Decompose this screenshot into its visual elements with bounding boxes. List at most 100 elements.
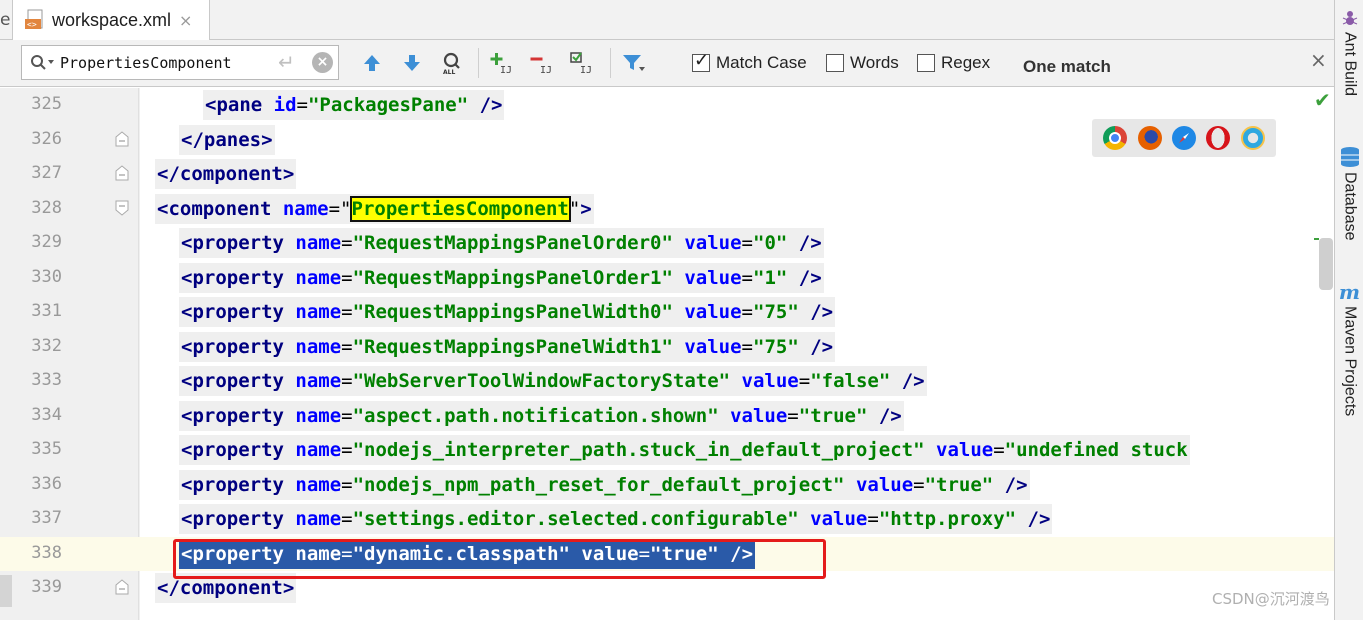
find-all-button[interactable]: ALL: [438, 49, 466, 77]
code-token: <property: [181, 508, 296, 530]
tab-close-icon[interactable]: ×: [179, 11, 192, 30]
words-label: Words: [850, 53, 899, 72]
filter-icon: [623, 55, 645, 71]
line-number: 334: [31, 404, 62, 425]
filter-search-results-button[interactable]: [620, 49, 648, 77]
ant-build-label: Ant Build: [1341, 32, 1359, 97]
code-token: =: [341, 439, 353, 461]
code-line[interactable]: 337 <property name="settings.editor.selec…: [0, 502, 1334, 537]
fold-end-icon[interactable]: [115, 130, 129, 147]
firefox-icon[interactable]: [1137, 126, 1162, 150]
next-occurrence-button[interactable]: [398, 49, 426, 77]
search-field[interactable]: ↵ ×: [21, 45, 339, 80]
code-token: "RequestMappingsPanelWidth0": [352, 301, 673, 323]
code-line[interactable]: 335 <property name="nodejs_interpreter_pa…: [0, 433, 1334, 468]
code-token: =: [741, 301, 753, 323]
line-number: 326: [31, 128, 62, 149]
chrome-icon[interactable]: [1103, 126, 1128, 150]
highlight-callout-box: [173, 539, 826, 579]
checkbox-box[interactable]: [826, 54, 844, 72]
safari-icon[interactable]: [1171, 126, 1196, 150]
database-tool[interactable]: Database: [1335, 146, 1363, 241]
code-token: ": [568, 197, 581, 220]
code-token: "aspect.path.notification.shown": [352, 404, 719, 427]
code-token: "RequestMappingsPanelWidth1": [352, 335, 673, 358]
code-token: =: [341, 508, 353, 530]
code-line[interactable]: 327 </component>: [0, 157, 1334, 192]
previous-occurrence-button[interactable]: [358, 49, 386, 77]
clear-search-icon[interactable]: ×: [312, 52, 333, 73]
line-number: 331: [31, 301, 62, 321]
database-icon: [1340, 147, 1359, 167]
check-mark-icon: ✓: [694, 50, 710, 70]
code-line[interactable]: 325 <pane id="PackagesPane" />: [0, 88, 1334, 123]
find-toolbar: ↵ × ALL IJ IJ IJ ✓ Match Case Words Rege…: [0, 40, 1334, 87]
code-token: "RequestMappingsPanelOrder0": [352, 232, 673, 254]
code-token: "RequestMappingsPanelOrder1": [352, 266, 673, 289]
no-problems-check-icon: ✔: [1314, 88, 1331, 112]
add-selection-button[interactable]: IJ: [488, 49, 516, 77]
code-line[interactable]: 332 <property name="RequestMappingsPanelW…: [0, 330, 1334, 365]
match-case-checkbox[interactable]: ✓ Match Case: [692, 50, 807, 73]
ant-icon: [1342, 11, 1357, 25]
tab-workspace-xml[interactable]: <> workspace.xml ×: [12, 0, 210, 40]
code-token: name: [282, 197, 329, 220]
checkbox-box[interactable]: ✓: [692, 50, 710, 72]
enter-icon[interactable]: ↵: [278, 50, 295, 74]
code-text: </panes>: [179, 124, 275, 155]
remove-occurrence-icon: IJ: [530, 57, 552, 75]
ant-build-tool[interactable]: Ant Build: [1335, 8, 1363, 96]
checkbox-box[interactable]: [917, 54, 935, 72]
search-history-icon[interactable]: [30, 54, 56, 76]
line-number: 333: [31, 370, 62, 390]
close-find-bar-icon[interactable]: ×: [1310, 48, 1327, 72]
regex-checkbox[interactable]: Regex: [917, 53, 990, 73]
line-number: 332: [31, 335, 62, 356]
code-token: <component: [157, 197, 283, 220]
code-line[interactable]: 334 <property name="aspect.path.notificat…: [0, 399, 1334, 434]
vertical-scrollbar[interactable]: [1319, 238, 1333, 290]
code-line[interactable]: 333 <property name="WebServerToolWindowFa…: [0, 364, 1334, 399]
code-token: name: [295, 232, 342, 254]
code-token: "settings.editor.selected.configurable": [352, 508, 799, 530]
words-checkbox[interactable]: Words: [826, 53, 899, 73]
arrow-down-icon: [404, 55, 420, 71]
code-line[interactable]: 336 <property name="nodejs_npm_path_reset…: [0, 468, 1334, 503]
fold-end-icon[interactable]: [115, 165, 129, 181]
code-token: value: [924, 439, 994, 461]
code-token: "1": [753, 266, 788, 289]
code-line[interactable]: 328 <component name="PropertiesComponent"…: [0, 192, 1334, 227]
code-token: />: [1016, 508, 1051, 530]
code-text: <property name="RequestMappingsPanelWidt…: [179, 331, 836, 362]
line-number: 337: [31, 508, 62, 528]
fold-start-icon[interactable]: [115, 200, 129, 216]
code-token: value: [798, 508, 868, 530]
fold-end-icon[interactable]: [115, 579, 129, 595]
code-token: />: [798, 335, 834, 358]
ie-icon[interactable]: [1240, 126, 1265, 150]
maven-projects-label: Maven Projects: [1341, 306, 1359, 417]
arrow-up-icon: [364, 55, 380, 71]
code-line[interactable]: 330 <property name="RequestMappingsPanelO…: [0, 261, 1334, 296]
tab-title: workspace.xml: [52, 9, 172, 30]
code-token: name: [295, 335, 342, 358]
remove-selection-button[interactable]: IJ: [528, 49, 556, 77]
code-token: "false": [810, 370, 891, 392]
code-text: <property name="settings.editor.selected…: [179, 504, 1053, 534]
code-token: value: [718, 404, 788, 427]
code-token: value: [844, 473, 914, 496]
search-input[interactable]: [60, 52, 260, 74]
code-line[interactable]: 331 <property name="RequestMappingsPanelW…: [0, 295, 1334, 330]
code-token: />: [798, 301, 834, 323]
svg-text:IJ: IJ: [540, 65, 552, 75]
line-number: 328: [31, 197, 62, 218]
code-text: <property name="WebServerToolWindowFacto…: [179, 366, 927, 396]
code-token: <property: [181, 404, 296, 427]
opera-icon[interactable]: [1206, 126, 1231, 150]
code-editor[interactable]: 325 <pane id="PackagesPane" /> 326 </panes>…: [0, 88, 1334, 620]
select-all-occurrences-button[interactable]: IJ: [568, 49, 596, 77]
code-line[interactable]: 329 <property name="RequestMappingsPanelO…: [0, 226, 1334, 261]
maven-projects-tool[interactable]: m Maven Projects: [1335, 282, 1363, 416]
code-token: <property: [181, 301, 296, 323]
svg-text:IJ: IJ: [500, 65, 512, 75]
